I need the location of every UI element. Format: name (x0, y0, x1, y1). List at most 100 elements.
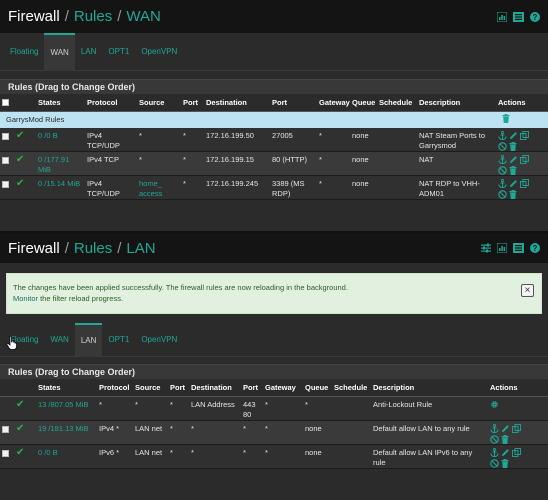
tab-opt1[interactable]: OPT1 (102, 33, 135, 71)
row-checkbox[interactable] (2, 425, 9, 433)
cell-states[interactable]: 0 /0 B (36, 128, 85, 152)
check-icon[interactable]: ✔ (14, 175, 36, 200)
trash-icon[interactable] (502, 113, 510, 125)
anchor-icon[interactable] (490, 423, 499, 433)
copy-icon[interactable] (520, 131, 529, 140)
check-icon[interactable]: ✔ (14, 128, 36, 152)
separator-row[interactable]: GarrysMod Rules (0, 111, 548, 128)
row-checkbox[interactable] (2, 181, 9, 188)
cell-queue: none (350, 175, 377, 200)
cell-destination: * (189, 444, 241, 469)
col-schedule: Schedule (377, 94, 417, 112)
tab-floating[interactable]: Floating (4, 33, 44, 71)
ban-icon[interactable] (490, 458, 499, 468)
list-icon[interactable] (513, 11, 524, 22)
copy-icon[interactable] (520, 155, 529, 164)
cell-destination: 172.16.199.50 (204, 128, 270, 152)
cell-states[interactable]: 0 /15.14 MiB (36, 175, 85, 200)
copy-icon[interactable] (512, 423, 521, 433)
breadcrumb-rules[interactable]: Rules (74, 8, 112, 25)
alert-text: The changes have been applied successful… (13, 283, 348, 292)
cell-states[interactable]: 19 /181.13 MiB (36, 420, 97, 445)
trash-icon[interactable] (509, 142, 517, 151)
select-all-checkbox[interactable] (0, 94, 14, 112)
cell-source: * (133, 396, 168, 421)
row-select (0, 151, 14, 176)
check-icon[interactable]: ✔ (14, 420, 36, 445)
breadcrumb-wan[interactable]: WAN (126, 8, 160, 25)
ban-icon[interactable] (498, 166, 507, 175)
sliders-icon[interactable] (481, 243, 491, 253)
pencil-icon[interactable] (501, 448, 510, 457)
cell-queue: * (303, 396, 332, 421)
pencil-icon[interactable] (509, 179, 518, 188)
ban-icon[interactable] (498, 142, 507, 151)
interface-tabs: Floating WAN LAN OPT1 OpenVPN (0, 322, 548, 357)
anchor-icon[interactable] (498, 179, 507, 188)
anchor-icon[interactable] (498, 131, 507, 140)
gear-icon[interactable] (490, 400, 499, 409)
anchor-icon[interactable] (498, 155, 507, 164)
table-row[interactable]: ✔ 0 /0 B IPv6 * LAN net * * * * none Default allo… (0, 444, 548, 469)
cell-states[interactable]: 0 /0 B (36, 444, 97, 469)
bar-chart-icon[interactable] (497, 243, 507, 253)
pencil-icon[interactable] (501, 424, 510, 433)
table-header: States Protocol Source Port Destination … (0, 94, 548, 112)
close-icon[interactable]: × (521, 284, 534, 297)
interface-tabs: Floating WAN LAN OPT1 OpenVPN (0, 32, 548, 71)
row-checkbox[interactable] (2, 449, 9, 457)
table-row[interactable]: ✔ 0 /0 B IPv4 TCP/UDP * * 172.16.199.50 27005 *… (0, 128, 548, 152)
tab-wan[interactable]: WAN (44, 323, 74, 357)
col-dest-port: Port (241, 379, 263, 397)
trash-icon[interactable] (501, 434, 509, 444)
bar-chart-icon[interactable] (497, 11, 507, 22)
tab-opt1[interactable]: OPT1 (102, 323, 135, 357)
breadcrumb-lan[interactable]: LAN (126, 240, 155, 257)
check-icon[interactable]: ✔ (14, 396, 36, 421)
tab-openvpn[interactable]: OpenVPN (135, 323, 183, 357)
breadcrumb-firewall: Firewall (8, 8, 60, 25)
cell-schedule (332, 396, 371, 421)
list-icon[interactable] (513, 243, 524, 253)
tab-openvpn[interactable]: OpenVPN (135, 33, 183, 71)
cell-description: NAT RDP to VHH-ADM01 (417, 175, 496, 200)
table-row[interactable]: ✔ 19 /181.13 MiB IPv4 * LAN net * * * * none Defa… (0, 420, 548, 445)
table-row[interactable]: ✔ 0 /177.91 MiB IPv4 TCP * * 172.16.199.15 80 … (0, 151, 548, 176)
trash-icon[interactable] (509, 190, 517, 199)
pencil-icon[interactable] (509, 155, 518, 164)
trash-icon[interactable] (501, 458, 509, 468)
check-icon[interactable]: ✔ (14, 444, 36, 469)
copy-icon[interactable] (512, 447, 521, 457)
table-header: States Protocol Source Port Destination … (0, 379, 548, 397)
cell-source: LAN net (133, 420, 168, 445)
row-checkbox[interactable] (2, 157, 9, 164)
ban-icon[interactable] (498, 190, 507, 199)
help-icon[interactable]: ? (530, 243, 540, 253)
cell-source: * (137, 151, 181, 176)
trash-icon[interactable] (509, 166, 517, 175)
pencil-icon[interactable] (509, 131, 518, 140)
separator-label: GarrysMod Rules (0, 111, 496, 128)
table-row[interactable]: ✔ 0 /15.14 MiB IPv4 TCP/UDP home_ access * 17… (0, 175, 548, 200)
check-icon[interactable]: ✔ (14, 151, 36, 176)
ban-icon[interactable] (490, 434, 499, 444)
col-source: Source (133, 379, 168, 397)
breadcrumb-rules[interactable]: Rules (74, 240, 112, 257)
tab-lan[interactable]: LAN (75, 33, 103, 71)
cell-schedule (377, 151, 417, 176)
copy-icon[interactable] (520, 179, 529, 188)
anchor-icon[interactable] (490, 447, 499, 457)
cell-dest-port: 27005 (270, 128, 317, 152)
cell-queue: none (303, 444, 332, 469)
row-checkbox[interactable] (2, 133, 9, 140)
tab-lan[interactable]: LAN (74, 322, 103, 357)
cell-protocol: IPv4 TCP/UDP (85, 128, 137, 152)
col-protocol: Protocol (97, 379, 133, 397)
col-port: Port (181, 94, 204, 112)
help-icon[interactable]: ? (530, 11, 540, 22)
cell-states[interactable]: 13 /807.05 MiB (36, 396, 97, 421)
table-row[interactable]: ✔ 13 /807.05 MiB * * * LAN Address 443 80 * * Ant… (0, 396, 548, 421)
tab-wan[interactable]: WAN (44, 32, 75, 71)
cell-states[interactable]: 0 /177.91 MiB (36, 151, 85, 176)
monitor-link[interactable]: Monitor (13, 294, 38, 303)
